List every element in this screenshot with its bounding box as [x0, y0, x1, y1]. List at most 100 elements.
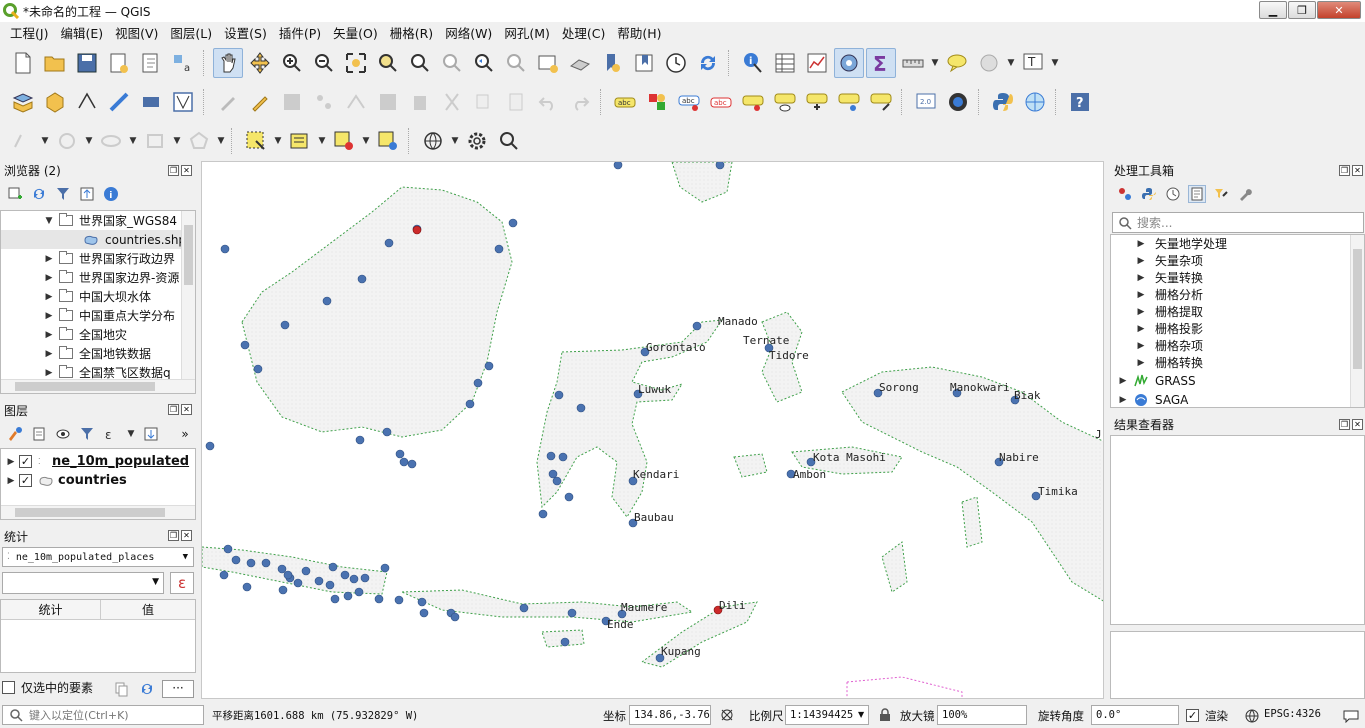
- new-3d-view-icon[interactable]: [565, 48, 595, 78]
- proc-provider-saga[interactable]: ▶ SAGA: [1111, 390, 1364, 407]
- populated-place-point[interactable]: [328, 562, 338, 572]
- refresh-icon[interactable]: [693, 48, 723, 78]
- new-temporary-layer-icon[interactable]: [104, 87, 134, 117]
- properties-info-icon[interactable]: i: [102, 185, 120, 203]
- redo-icon[interactable]: [565, 87, 595, 117]
- processing-search-input[interactable]: 搜索...: [1112, 212, 1364, 233]
- expand-arrow-icon[interactable]: ▶: [1135, 239, 1147, 249]
- menu-view[interactable]: 视图(V): [109, 23, 164, 42]
- add-ellipse-icon[interactable]: [96, 126, 126, 156]
- menu-processing[interactable]: 处理(C): [556, 23, 611, 42]
- menu-help[interactable]: 帮助(H): [611, 23, 667, 42]
- zoom-full-icon[interactable]: [341, 48, 371, 78]
- add-regular-polygon-icon[interactable]: [184, 126, 214, 156]
- locator-search-input[interactable]: 键入以定位(Ctrl+K): [2, 705, 204, 725]
- metasearch-icon[interactable]: [1020, 87, 1050, 117]
- toggle-editing-icon[interactable]: [245, 87, 275, 117]
- expand-arrow-icon[interactable]: ▶: [43, 292, 55, 302]
- statistical-summary-icon[interactable]: [802, 48, 832, 78]
- undo-icon[interactable]: [533, 87, 563, 117]
- populated-place-point[interactable]: [343, 591, 353, 601]
- add-selected-layers-icon[interactable]: [6, 185, 24, 203]
- lock-scale-icon[interactable]: [876, 706, 894, 724]
- populated-place-point[interactable]: [380, 563, 390, 573]
- identify-features-icon[interactable]: i: [738, 48, 768, 78]
- expand-arrow-icon[interactable]: ▶: [43, 330, 55, 340]
- zoom-next-icon[interactable]: [501, 48, 531, 78]
- populated-place-point[interactable]: [223, 544, 233, 554]
- add-rectangle-icon[interactable]: [140, 126, 170, 156]
- options-wrench-icon[interactable]: [1236, 185, 1254, 203]
- menu-mesh[interactable]: 网孔(M): [498, 23, 556, 42]
- layer-item-countries[interactable]: ▶ ✓ countries: [1, 471, 195, 490]
- menu-plugins[interactable]: 插件(P): [273, 23, 327, 42]
- settings-gear-icon[interactable]: [462, 126, 492, 156]
- map-canvas[interactable]: Manado Gorontalo Ternate Tidore Luwuk So…: [201, 161, 1104, 699]
- proc-item-raster-projection[interactable]: ▶ 栅格投影: [1111, 320, 1364, 337]
- layer-styling-icon[interactable]: [6, 425, 24, 443]
- move-label-icon[interactable]: [802, 87, 832, 117]
- stats-col-stat[interactable]: 统计: [1, 600, 101, 619]
- populated-place-point[interactable]: [384, 238, 394, 248]
- paste-features-icon[interactable]: [501, 87, 531, 117]
- populated-place-point[interactable]: [554, 390, 564, 400]
- expand-all-icon[interactable]: [142, 425, 160, 443]
- menu-raster[interactable]: 栅格(R): [384, 23, 439, 42]
- proc-item-vector-conversion[interactable]: ▶ 矢量转换: [1111, 269, 1364, 286]
- populated-place-point[interactable]: [355, 435, 365, 445]
- populated-place-point[interactable]: [278, 585, 288, 595]
- expand-arrow-icon[interactable]: ▶: [1117, 395, 1129, 405]
- pin-labels-icon[interactable]: [738, 87, 768, 117]
- data-source-manager-icon[interactable]: [8, 87, 38, 117]
- browser-item-countries-shp[interactable]: countries.shp: [1, 230, 195, 249]
- populated-place-point[interactable]: [419, 608, 429, 618]
- float-panel-icon[interactable]: ❐: [168, 404, 179, 415]
- browser-item-country-border[interactable]: ▶ 世界国家边界-资源: [1, 268, 195, 287]
- digitize-shape-icon[interactable]: [8, 126, 38, 156]
- float-panel-icon[interactable]: ❐: [168, 165, 179, 176]
- scripts-python-icon[interactable]: [1140, 185, 1158, 203]
- populated-place-point[interactable]: [314, 576, 324, 586]
- browser-item-geo-hazards[interactable]: ▶ 全国地灾: [1, 325, 195, 344]
- add-group-icon[interactable]: [30, 425, 48, 443]
- change-label-icon[interactable]: [866, 87, 896, 117]
- search-icon[interactable]: [494, 126, 524, 156]
- save-edits-icon[interactable]: [277, 87, 307, 117]
- populated-place-point[interactable]: [283, 570, 293, 580]
- populated-place-point[interactable]: [465, 399, 475, 409]
- new-print-layout-button[interactable]: [104, 48, 134, 78]
- text-annotation-icon[interactable]: T: [1018, 48, 1048, 78]
- python-console-icon[interactable]: [988, 87, 1018, 117]
- populated-place-point[interactable]: [399, 457, 409, 467]
- expand-arrow-icon[interactable]: ▶: [43, 273, 55, 283]
- close-panel-icon[interactable]: ✕: [181, 165, 192, 176]
- processing-vertical-scrollbar[interactable]: [1350, 235, 1364, 407]
- new-project-button[interactable]: [8, 48, 38, 78]
- modify-attributes-icon[interactable]: [373, 87, 403, 117]
- bookmarks-icon[interactable]: [629, 48, 659, 78]
- populated-place-point[interactable]: [240, 340, 250, 350]
- menu-edit[interactable]: 编辑(E): [54, 23, 109, 42]
- populated-place-point[interactable]: [253, 364, 263, 374]
- text-annotation-dropdown-icon[interactable]: ▼: [1050, 58, 1060, 68]
- populated-place-point[interactable]: [552, 476, 562, 486]
- expand-arrow-icon[interactable]: ▶: [1135, 290, 1147, 300]
- close-panel-icon[interactable]: ✕: [1352, 419, 1363, 430]
- pan-to-selection-button[interactable]: [245, 48, 275, 78]
- zoom-last-icon[interactable]: [469, 48, 499, 78]
- style-manager-button[interactable]: a: [168, 48, 198, 78]
- browser-item-country-admin[interactable]: ▶ 世界国家行政边界: [1, 249, 195, 268]
- zoom-to-layer-icon[interactable]: [405, 48, 435, 78]
- populated-place-point[interactable]: [560, 637, 570, 647]
- menu-layer[interactable]: 图层(L): [164, 23, 218, 42]
- expand-arrow-icon[interactable]: ▶: [1117, 376, 1129, 386]
- temporal-controller-icon[interactable]: [661, 48, 691, 78]
- populated-place-point[interactable]: [382, 427, 392, 437]
- populated-place-point[interactable]: [357, 274, 367, 284]
- measure-dropdown-icon[interactable]: ▼: [930, 58, 940, 68]
- float-panel-icon[interactable]: ❐: [168, 530, 179, 541]
- layer-visibility-checkbox[interactable]: ✓: [19, 474, 32, 487]
- new-virtual-layer-icon[interactable]: [136, 87, 166, 117]
- menu-vector[interactable]: 矢量(O): [327, 23, 384, 42]
- label-tool-icon[interactable]: abc: [610, 87, 640, 117]
